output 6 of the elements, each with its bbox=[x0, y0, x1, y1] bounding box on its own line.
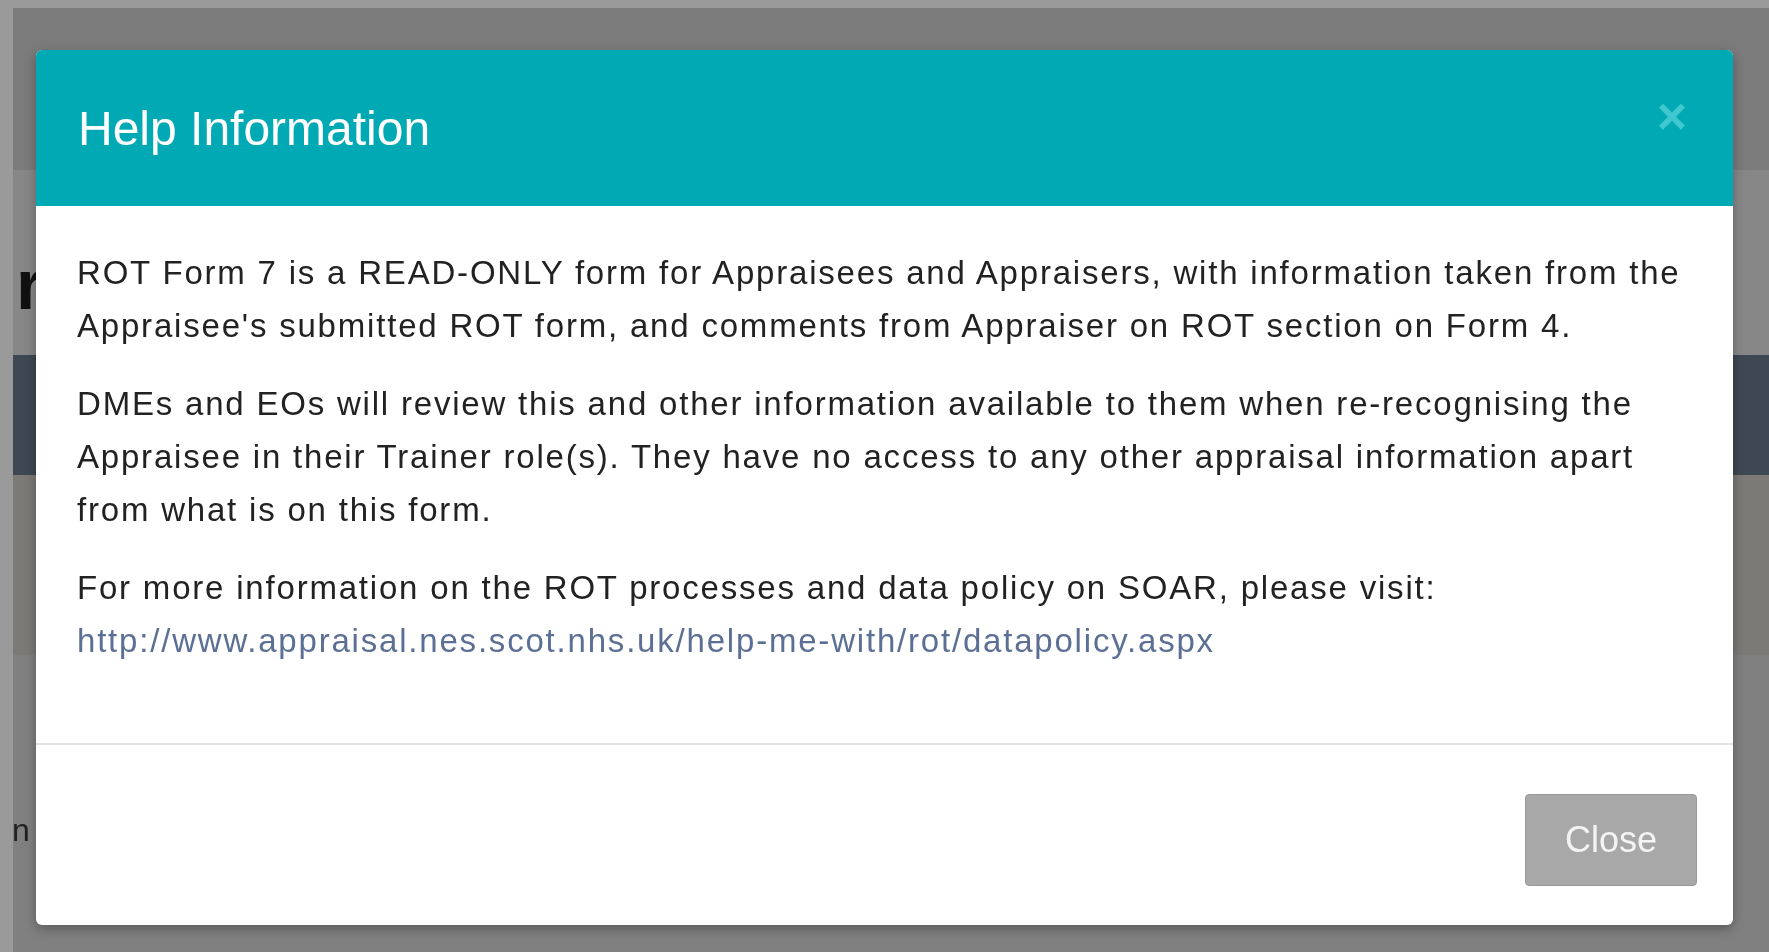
help-paragraph: ROT Form 7 is a READ-ONLY form for Appraisees and Appraisers, with information taken from the Appraisee's submitted ROT form, and comments from Appraiser on ROT section on Form 4. bbox=[77, 253, 1682, 346]
help-paragraph: DMEs and EOs will review this and other information available to them when re-recognising the Appraisee in their Trainer role(s). They have no access to any other appraisal information apart from what is on this form. bbox=[77, 384, 1636, 530]
page-text: n bbox=[12, 812, 30, 849]
help-link[interactable]: http://www.appraisal.nes.scot.nhs.uk/help-me-with/rot/datapolicy.aspx bbox=[77, 614, 1215, 667]
dialog-title: Help Information bbox=[78, 100, 431, 156]
help-paragraph: For more information on the ROT processes and data policy on SOAR, please visit: bbox=[77, 568, 1438, 608]
